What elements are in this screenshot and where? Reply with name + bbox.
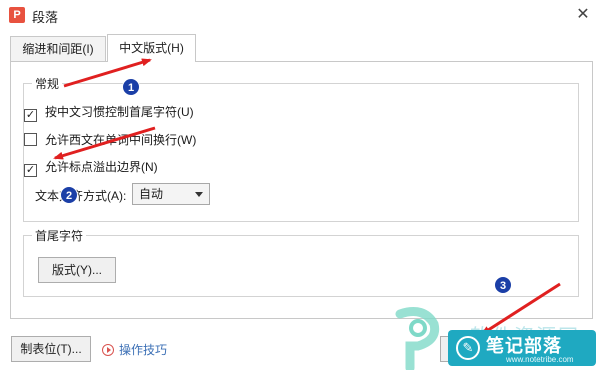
- step-marker-3: 3: [494, 276, 512, 294]
- wps-app-icon: P: [9, 7, 25, 23]
- chevron-down-icon: [195, 192, 203, 197]
- pencil-icon: ✎: [456, 336, 480, 360]
- watermark-logo-icon: [395, 307, 440, 370]
- checkbox-checked-icon[interactable]: ✓: [24, 109, 37, 122]
- dialog-title: 段落: [32, 10, 59, 25]
- text-align-value: 自动: [139, 187, 164, 201]
- checkbox-latin-word-wrap[interactable]: 允许西文在单词中间换行(W): [24, 132, 196, 148]
- watermark-url: www.notetribe.com: [506, 355, 574, 364]
- text-align-label: 文本对齐方式(A):: [35, 189, 127, 203]
- checkbox-chinese-rules[interactable]: ✓ 按中文习惯控制首尾字符(U): [24, 104, 194, 122]
- checkbox-label: 允许西文在单词中间换行(W): [45, 133, 197, 147]
- checkbox-punctuation-overflow[interactable]: ✓ 允许标点溢出边界(N): [24, 159, 158, 177]
- tips-link-label: 操作技巧: [119, 343, 168, 357]
- tips-link[interactable]: 操作技巧: [102, 341, 167, 358]
- format-button[interactable]: 版式(Y)...: [38, 257, 116, 283]
- text-align-select[interactable]: 自动: [132, 183, 210, 205]
- step-marker-1: 1: [122, 78, 140, 96]
- checkbox-checked-icon[interactable]: ✓: [24, 164, 37, 177]
- title-bar: P 段落 ✕: [0, 0, 598, 30]
- close-icon[interactable]: ✕: [572, 4, 594, 26]
- checkbox-label: 按中文习惯控制首尾字符(U): [45, 105, 194, 119]
- checkbox-label: 允许标点溢出边界(N): [45, 160, 158, 174]
- general-group-legend: 常规: [32, 75, 63, 92]
- play-circle-icon: [102, 344, 114, 356]
- tab-stops-button[interactable]: 制表位(T)...: [11, 336, 91, 362]
- checkbox-unchecked-icon[interactable]: [24, 133, 37, 146]
- step-marker-2: 2: [60, 186, 78, 204]
- first-last-group-legend: 首尾字符: [32, 227, 87, 244]
- tab-indent-spacing[interactable]: 缩进和间距(I): [10, 36, 106, 61]
- tab-chinese-typography[interactable]: 中文版式(H): [107, 34, 196, 62]
